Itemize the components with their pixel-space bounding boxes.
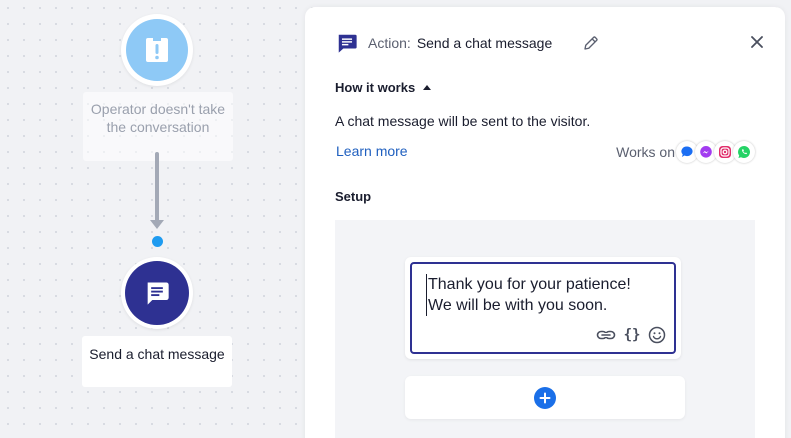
add-message-button[interactable] (534, 386, 556, 409)
works-on-label: Works on (616, 144, 675, 160)
panel-title: Send a chat message (416, 35, 553, 51)
chat-message-icon (338, 34, 357, 53)
action-description: A chat message will be sent to the visit… (335, 113, 591, 129)
emoji-button[interactable] (648, 326, 666, 344)
emoji-icon (648, 326, 666, 344)
caret-up-icon (423, 85, 432, 90)
action-panel: Action: Send a chat message How it works… (305, 7, 785, 438)
learn-more-link[interactable]: Learn more (336, 143, 408, 159)
action-node-label[interactable]: Send a chat message (82, 336, 232, 387)
add-message-card (405, 376, 685, 419)
how-it-works-label: How it works (335, 80, 416, 95)
panel-header: Action: Send a chat message (336, 31, 766, 55)
connector-arrow (150, 220, 164, 229)
plus-icon (539, 392, 551, 403)
editor-toolbar: {} (596, 326, 666, 344)
edit-title-button[interactable] (582, 34, 600, 52)
setup-area: Thank you for your patience! We will be … (335, 220, 755, 438)
connector-handle[interactable] (152, 236, 163, 247)
close-button[interactable] (748, 33, 766, 51)
message-card: Thank you for your patience! We will be … (405, 257, 681, 359)
link-icon (596, 330, 616, 340)
connector-line (155, 152, 159, 222)
how-it-works-toggle[interactable]: How it works (335, 80, 432, 95)
message-text[interactable]: Thank you for your patience! We will be … (426, 274, 666, 316)
insert-link-button[interactable] (596, 328, 616, 342)
trigger-node[interactable] (121, 14, 193, 86)
action-node[interactable] (121, 257, 193, 329)
header-prefix: Action: (368, 35, 411, 51)
variables-icon[interactable]: {} (622, 327, 642, 343)
close-icon (751, 36, 763, 48)
pencil-icon (584, 36, 598, 50)
chat-message-icon (125, 261, 189, 325)
alert-icon (126, 19, 188, 81)
works-on: Works on (616, 140, 755, 164)
whatsapp-icon (733, 141, 755, 163)
message-editor[interactable]: Thank you for your patience! We will be … (410, 262, 676, 354)
setup-heading: Setup (335, 189, 372, 204)
trigger-node-label: Operator doesn't take the conversation (83, 92, 233, 161)
